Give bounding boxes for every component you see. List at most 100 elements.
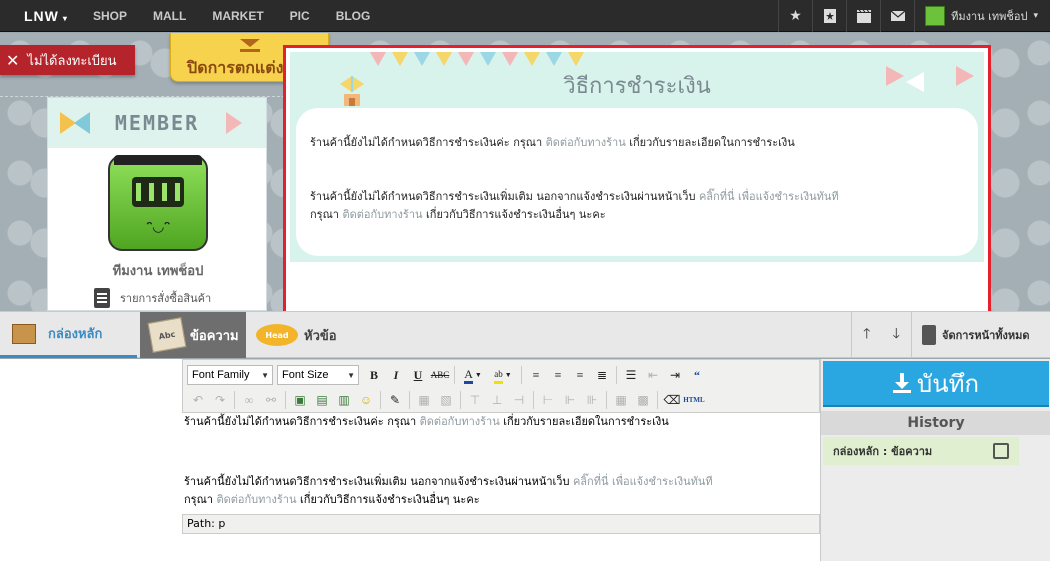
- arrow-bar: [239, 49, 260, 52]
- orders-link[interactable]: รายการสั่งซื้อสินค้า: [94, 288, 211, 308]
- underline-icon[interactable]: U: [407, 365, 429, 385]
- nav-links: SHOP MALL MARKET PIC BLOG: [80, 0, 383, 32]
- font-size-select[interactable]: Font Size ▼: [277, 365, 359, 385]
- toolbar-row-2: ↶ ↷ ∞ ⚯ ▣ ▤ ▥ ☺ ✎ ▦ ▧ ⊤ ⊥ ⊣ ⊢ ⊩ ⊪ ▦ ▩ ⌫ …: [187, 388, 705, 412]
- blockquote-icon[interactable]: “: [686, 365, 708, 385]
- payment-section: วิธีการชำระเงิน ร้านค้านี้ยังไม่ได้กำหนด…: [290, 52, 984, 262]
- bullet-list-icon[interactable]: ☰: [620, 365, 642, 385]
- nav-pic-link[interactable]: PIC: [277, 0, 323, 32]
- document-icon: [922, 325, 936, 345]
- arrow-up-icon[interactable]: 🡑: [863, 323, 870, 347]
- not-registered-badge[interactable]: ✕ ไม่ได้ลงทะเบียน: [0, 45, 135, 75]
- tab-text[interactable]: Abc ข้อความ: [140, 312, 246, 358]
- undo-icon[interactable]: ↶: [187, 390, 209, 410]
- editor-body[interactable]: ร้านค้านี้ยังไม่ได้กำหนดวิธีการชำระเงินค…: [182, 413, 820, 513]
- history-item[interactable]: กล่องหลัก : ข้อความ: [823, 437, 1019, 465]
- contact-shop-link[interactable]: ติดต่อกับทางร้าน: [546, 136, 626, 149]
- editor-path-bar: Path: p: [182, 514, 820, 534]
- right-panel: บันทึก History กล่องหลัก : ข้อความ: [820, 359, 1050, 561]
- align-center-icon[interactable]: ≡: [547, 365, 569, 385]
- emoticon-icon[interactable]: ☺: [355, 390, 377, 410]
- user-menu[interactable]: ทีมงาน เทพช็อป ▾: [914, 0, 1050, 32]
- editor-tab-bar: กล่องหลัก Abc ข้อความ Head หัวข้อ 🡑 🡓 จั…: [0, 311, 1050, 358]
- payment-box: ร้านค้านี้ยังไม่ได้กำหนดวิธีการชำระเงินค…: [296, 108, 978, 256]
- save-label: บันทึก: [917, 369, 979, 398]
- tab-heading[interactable]: Head หัวข้อ: [252, 312, 342, 358]
- notify-payment-link[interactable]: คลิ๊กที่นี่ เพื่อแจ้งชำระเงินทันที: [699, 190, 839, 203]
- text-color-icon[interactable]: A ▼: [458, 365, 488, 385]
- avatar-bars: [132, 177, 184, 207]
- box-icon: [12, 323, 36, 344]
- outdent-icon[interactable]: ⇤: [642, 365, 664, 385]
- manage-all-pages-button[interactable]: จัดการหน้าทั้งหมด: [911, 312, 1050, 358]
- editor-area: Font Family ▼ Font Size ▼ B I U ABC A ▼ ab ▼…: [0, 359, 820, 561]
- editor-paragraph-2: ร้านค้านี้ยังไม่ได้กำหนดวิธีการชำระเงินเ…: [184, 475, 713, 488]
- strikethrough-icon[interactable]: ABC: [429, 365, 451, 385]
- history-title: History: [821, 411, 1050, 435]
- tab-text-label: ข้อความ: [190, 328, 239, 344]
- table-props-icon[interactable]: ▧: [435, 390, 457, 410]
- edit-icon[interactable]: ✎: [384, 390, 406, 410]
- move-arrows: 🡑 🡓: [851, 312, 911, 358]
- editor-toolbar: Font Family ▼ Font Size ▼ B I U ABC A ▼ ab ▼…: [182, 359, 820, 413]
- member-avatar[interactable]: ᵔ◡ᵔ: [108, 155, 208, 251]
- merge-cells-icon[interactable]: ▦: [610, 390, 632, 410]
- split-cells-icon[interactable]: ▩: [632, 390, 654, 410]
- flag-icon: [74, 112, 90, 134]
- tab-heading-label: หัวข้อ: [304, 328, 337, 344]
- avatar-ears: [114, 155, 202, 169]
- media-icon[interactable]: ▥: [333, 390, 355, 410]
- image-icon[interactable]: ▣: [289, 390, 311, 410]
- nav-blog-link[interactable]: BLOG: [323, 0, 384, 32]
- avatar-face: ᵔ◡ᵔ: [146, 219, 171, 235]
- highlight-color-icon[interactable]: ab ▼: [488, 365, 518, 385]
- unlink-icon[interactable]: ⚯: [260, 390, 282, 410]
- align-right-icon[interactable]: ≡: [569, 365, 591, 385]
- redo-icon[interactable]: ↷: [209, 390, 231, 410]
- bookmark-icon[interactable]: [812, 0, 846, 32]
- tab-main-box-label: กล่องหลัก: [48, 327, 103, 342]
- save-button[interactable]: บันทึก: [823, 361, 1049, 407]
- nav-mall-link[interactable]: MALL: [140, 0, 199, 32]
- manage-all-pages-label: จัดการหน้าทั้งหมด: [942, 329, 1030, 342]
- avatar: [925, 6, 946, 26]
- italic-icon[interactable]: I: [385, 365, 407, 385]
- nav-market-link[interactable]: MARKET: [199, 0, 276, 32]
- star-icon[interactable]: ★: [778, 0, 812, 32]
- member-name[interactable]: ทีมงาน เทพช็อป: [48, 260, 268, 281]
- payment-paragraph-1: ร้านค้านี้ยังไม่ได้กำหนดวิธีการชำระเงินค…: [310, 136, 795, 149]
- delete-col-icon[interactable]: ⊪: [581, 390, 603, 410]
- insert-row-after-icon[interactable]: ⊥: [486, 390, 508, 410]
- edit-icon[interactable]: [993, 443, 1009, 459]
- arrow-down-icon[interactable]: 🡓: [893, 323, 900, 347]
- not-registered-label: ไม่ได้ลงทะเบียน: [27, 53, 117, 69]
- insert-row-icon[interactable]: ⊤: [464, 390, 486, 410]
- payment-paragraph-2: ร้านค้านี้ยังไม่ได้กำหนดวิธีการชำระเงินเ…: [310, 190, 839, 221]
- link-icon[interactable]: ∞: [238, 390, 260, 410]
- insert-col-icon[interactable]: ⊢: [537, 390, 559, 410]
- tab-main-box[interactable]: กล่องหลัก: [0, 312, 137, 358]
- insert-col-after-icon[interactable]: ⊩: [559, 390, 581, 410]
- table-icon[interactable]: ▦: [413, 390, 435, 410]
- align-justify-icon[interactable]: ≣: [591, 365, 613, 385]
- indent-icon[interactable]: ⇥: [664, 365, 686, 385]
- editor-paragraph-3: กรุณา ติดต่อกับทางร้าน เกี่ยวกับวิธีการแ…: [184, 493, 480, 506]
- html-icon[interactable]: HTML: [683, 390, 705, 410]
- text-edit-icon: Abc: [147, 317, 187, 353]
- insert-image-icon[interactable]: ▤: [311, 390, 333, 410]
- flag-icon: [226, 112, 242, 134]
- align-left-icon[interactable]: ≡: [525, 365, 547, 385]
- payment-title: วิธีการชำระเงิน: [563, 74, 711, 99]
- delete-row-icon[interactable]: ⊣: [508, 390, 530, 410]
- editor-paragraph-1: ร้านค้านี้ยังไม่ได้กำหนดวิธีการชำระเงินค…: [184, 415, 669, 428]
- selected-content-frame[interactable]: วิธีการชำระเงิน ร้านค้านี้ยังไม่ได้กำหนด…: [283, 45, 991, 311]
- mail-icon[interactable]: [880, 0, 914, 32]
- bold-icon[interactable]: B: [363, 365, 385, 385]
- contact-shop-link[interactable]: ติดต่อกับทางร้าน: [342, 208, 422, 221]
- nav-shop-link[interactable]: SHOP: [80, 0, 140, 32]
- film-icon[interactable]: [846, 0, 880, 32]
- eraser-icon[interactable]: ⌫: [661, 390, 683, 410]
- close-icon: ✕: [6, 50, 20, 70]
- font-family-select[interactable]: Font Family ▼: [187, 365, 273, 385]
- lnw-logo[interactable]: LNW ▾: [24, 8, 68, 24]
